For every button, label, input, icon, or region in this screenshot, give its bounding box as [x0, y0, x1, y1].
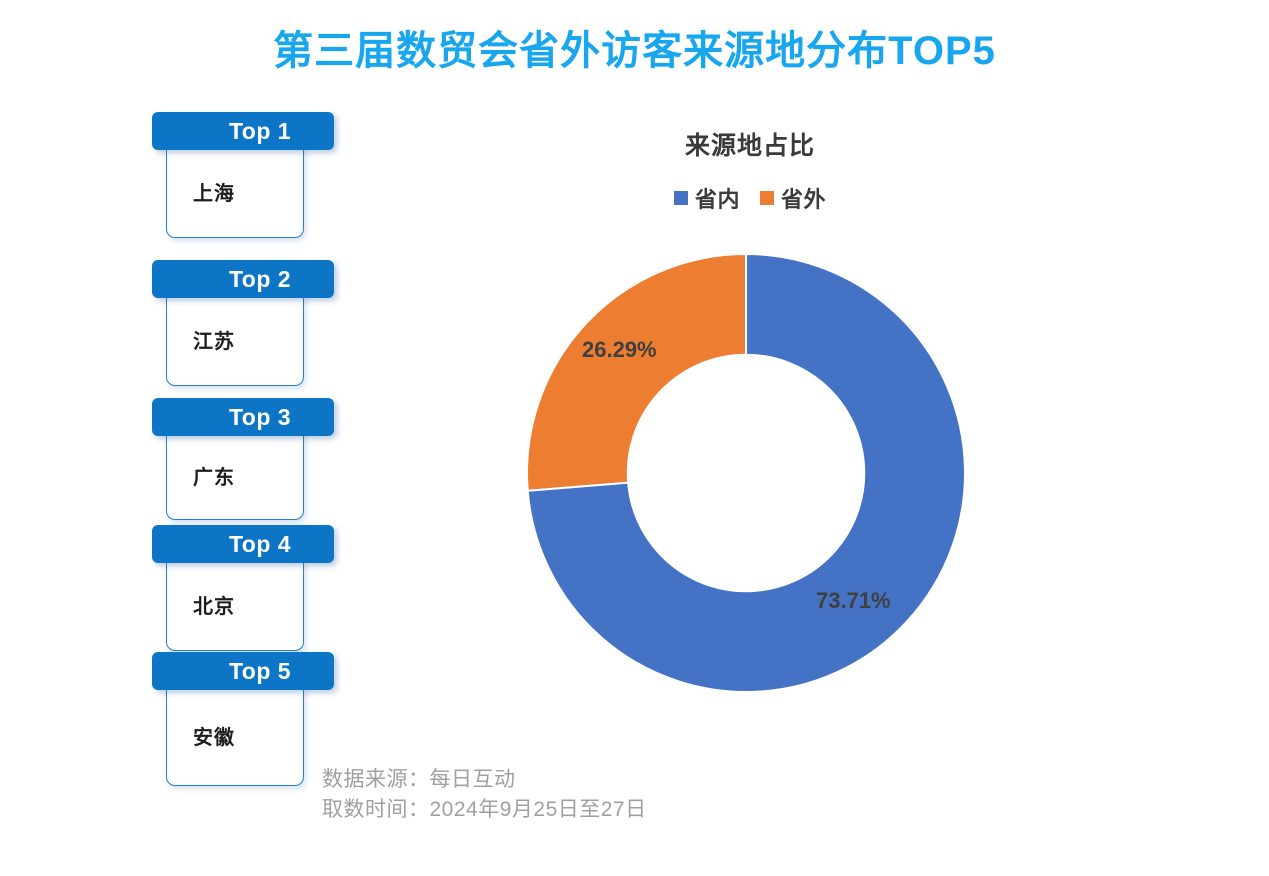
rank-card: 安徽 — [166, 686, 304, 786]
page-title: 第三届数贸会省外访客来源地分布TOP5 — [273, 29, 996, 73]
donut-slice[interactable] — [526, 253, 747, 492]
rank-card: 北京 — [166, 559, 304, 651]
data-source-note: 数据来源：每日互动 — [322, 768, 516, 791]
rank-city-label: 广东 — [193, 467, 235, 489]
chart-title: 来源地占比 — [684, 132, 815, 160]
ranking-list: 上海 Top 1 江苏 Top 2 广东 Top 3 北京 Top 4 安徽 T… — [152, 112, 352, 792]
rank-header-bar[interactable]: Top 4 — [152, 525, 334, 563]
legend-swatch-icon — [760, 191, 774, 205]
rank-city-label: 江苏 — [193, 331, 235, 353]
donut-svg — [526, 253, 966, 693]
rank-header-bar[interactable]: Top 2 — [152, 260, 334, 298]
legend-label: 省外 — [781, 187, 827, 212]
rank-city-label: 安徽 — [193, 727, 235, 749]
legend-label: 省内 — [694, 187, 740, 212]
data-period-note: 取数时间：2024年9月25日至27日 — [322, 798, 647, 821]
legend-entry-provincial-inside[interactable]: 省内 — [673, 182, 740, 214]
slice-label-provincial-inside: 73.71% — [816, 588, 891, 613]
rank-header-bar[interactable]: Top 5 — [152, 652, 334, 690]
rank-city-label: 上海 — [193, 183, 235, 205]
slice-label-provincial-outside: 26.29% — [582, 337, 657, 362]
chart-legend: 省内 省外 — [430, 182, 1070, 214]
footnotes: 数据来源：每日互动 取数时间：2024年9月25日至27日 — [322, 765, 647, 825]
rank-card: 广东 — [166, 432, 304, 520]
rank-header-bar[interactable]: Top 1 — [152, 112, 334, 150]
rank-header-bar[interactable]: Top 3 — [152, 398, 334, 436]
chart-panel: 来源地占比 省内 省外 26.29% 73.71% — [430, 110, 1130, 750]
rank-card: 上海 — [166, 146, 304, 238]
legend-swatch-icon — [673, 191, 688, 205]
rank-city-label: 北京 — [193, 596, 235, 618]
rank-card: 江苏 — [166, 294, 304, 386]
donut-chart: 26.29% 73.71% — [526, 253, 966, 693]
legend-entry-provincial-outside[interactable]: 省外 — [760, 182, 826, 214]
